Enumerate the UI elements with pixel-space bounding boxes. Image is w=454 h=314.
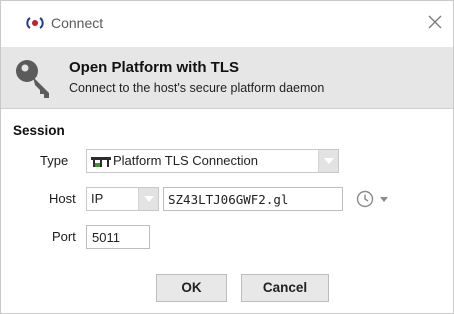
host-input[interactable]: SZ43LTJ06GWF2.gl <box>163 187 343 211</box>
key-icon <box>16 60 49 98</box>
cancel-button[interactable]: Cancel <box>241 274 329 302</box>
chevron-down-icon <box>324 158 334 164</box>
banner-subtitle: Connect to the host's secure platform da… <box>69 81 325 95</box>
host-label: Host <box>49 191 76 206</box>
app-logo-icon <box>26 17 44 29</box>
chevron-down-icon <box>144 196 154 202</box>
type-label: Type <box>40 153 69 168</box>
port-input-value: 5011 <box>92 230 120 245</box>
ok-button[interactable]: OK <box>156 274 227 302</box>
title-bar: Connect <box>1 1 453 47</box>
host-type-value: IP <box>91 191 104 206</box>
host-input-value: SZ43LTJ06GWF2.gl <box>168 192 289 207</box>
type-dropdown-button[interactable] <box>318 150 338 172</box>
connection-type-select[interactable]: Platform TLS Connection <box>86 149 339 173</box>
window-title: Connect <box>51 15 104 31</box>
session-section-title: Session <box>13 123 65 138</box>
host-type-select[interactable]: IP <box>86 187 159 211</box>
history-dropdown-icon[interactable] <box>380 197 388 203</box>
history-clock-icon[interactable] <box>356 190 374 208</box>
banner-title: Open Platform with TLS <box>69 59 240 76</box>
dialog-banner: Open Platform with TLS Connect to the ho… <box>1 47 453 109</box>
connection-icon <box>91 157 111 167</box>
port-input[interactable]: 5011 <box>86 225 150 249</box>
close-icon[interactable] <box>425 12 445 32</box>
port-label: Port <box>52 229 76 244</box>
connect-dialog: Connect Open Platform with TLS Connect t… <box>0 0 454 314</box>
connection-type-value: Platform TLS Connection <box>113 153 258 168</box>
host-type-dropdown-button[interactable] <box>138 188 158 210</box>
